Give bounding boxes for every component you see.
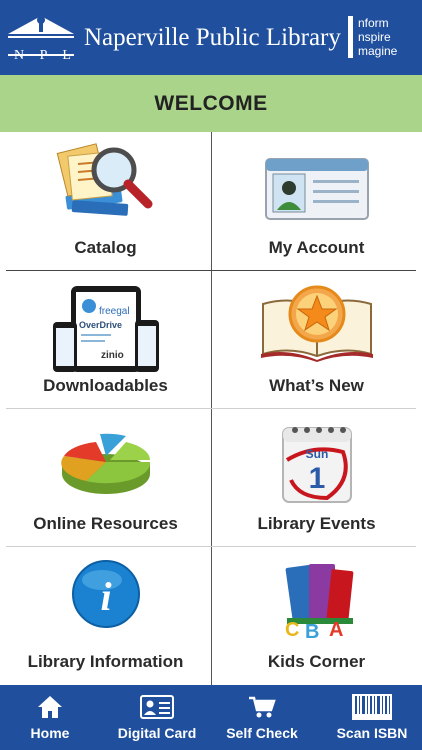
tile-online-resources[interactable]: Online Resources [0,408,211,546]
tagline-line-2: nspire [358,30,391,44]
tagline-bar [348,16,353,58]
tile-library-information[interactable]: i Library Information [0,546,211,684]
info-glyph: i [100,574,111,619]
devices-tablet-phone-icon: freegal OverDrive zinio [51,284,161,379]
tile-downloadables[interactable]: freegal OverDrive zinio Downloadables [0,270,211,408]
barcode-icon [352,693,392,721]
nav-home[interactable]: Home [14,685,86,750]
account-id-card-icon [264,158,369,225]
tagline-line-1: nform [358,16,389,30]
pie-chart-icon [56,426,156,505]
tagline: nform nspire magine [348,14,418,62]
kids-letter-b: B [305,621,319,640]
nav-label: Digital Card [117,725,197,741]
nav-label: Home [30,725,70,741]
tile-library-events[interactable]: Sun 1 Library Events [211,408,422,546]
brand-zinio: zinio [101,350,124,361]
nav-scan-isbn[interactable]: Scan ISBN [330,685,414,750]
nav-self-check[interactable]: Self Check [220,685,304,750]
npl-logo: N P L [6,12,76,63]
menu-grid: Catalog My Account freegal OverDrive zin… [0,132,422,685]
info-icon: i [70,558,142,635]
tile-catalog[interactable]: Catalog [0,132,211,270]
calendar-date: 1 [308,462,325,495]
bottom-nav: Home Digital Card Self Check Scan ISBN [0,685,422,750]
brand-overdrive: OverDrive [79,320,122,330]
brand-freegal: freegal [99,306,130,317]
nav-label: Self Check [226,725,298,741]
calendar-day: Sun [305,447,328,461]
catalog-magnifier-books-icon [56,140,156,231]
tagline-line-3: magine [358,44,398,58]
tile-label: Catalog [74,238,137,257]
tile-label: Library Events [257,514,376,533]
kids-books-abc-icon: C B A [275,556,359,645]
calendar-icon: Sun 1 [279,420,355,509]
tile-label: Online Resources [33,514,178,533]
kids-letter-a: A [329,619,343,640]
tile-label: Downloadables [43,376,168,395]
tile-kids-corner[interactable]: C B A Kids Corner [211,546,422,684]
nav-label: Scan ISBN [336,725,408,741]
welcome-banner: WELCOME [0,75,422,132]
open-book-star-icon [259,282,375,369]
welcome-text: WELCOME [154,91,268,115]
tile-whats-new[interactable]: What’s New [211,270,422,408]
tile-label: Library Information [27,652,184,671]
home-icon [37,693,63,721]
nav-digital-card[interactable]: Digital Card [112,685,202,750]
tile-label: My Account [268,238,365,257]
cart-icon [248,693,276,721]
tile-label: What’s New [269,376,364,395]
library-title: Naperville Public Library [84,24,341,51]
logo-text: N P L [14,48,77,63]
kids-letter-c: C [285,619,299,640]
tile-my-account[interactable]: My Account [211,132,422,270]
tile-label: Kids Corner [267,652,366,671]
app-header: N P L Naperville Public Library nform ns… [0,0,422,75]
digital-card-icon [140,693,174,721]
